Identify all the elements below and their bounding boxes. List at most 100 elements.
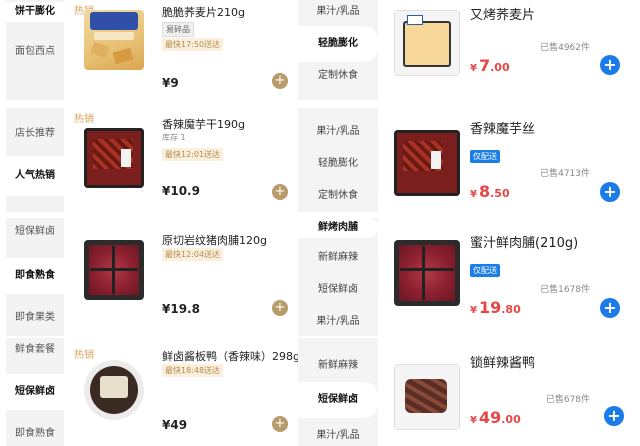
add-to-cart-button[interactable]: + (600, 182, 620, 202)
sold-count: 已售4713件 (540, 169, 590, 179)
left-category-sidebar: 饼干膨化 面包西点 (6, 0, 64, 100)
delivery-time-tag: 最快17:50送达 (162, 38, 224, 51)
left-category-sidebar: 短保鲜卤 即食熟食 即食果类 (6, 218, 64, 336)
category-item[interactable]: 定制休食 (298, 186, 378, 206)
category-item[interactable]: 短保鲜卤 (6, 222, 64, 242)
category-item[interactable]: 果汁/乳品 (298, 426, 378, 446)
category-item[interactable]: 轻脆膨化 (298, 26, 378, 62)
product-name[interactable]: 锁鲜辣酱鸭 (470, 352, 535, 371)
category-item[interactable]: 新鲜麻辣 (298, 248, 378, 268)
product-price: ¥9 (162, 76, 179, 90)
sold-count: 已售4962件 (540, 43, 590, 53)
screenshot-collage: 饼干膨化 面包西点 热销 脆脆荞麦片210g 易碎品 最快17:50送达 ¥9 … (0, 0, 640, 446)
category-item[interactable]: 鲜食套餐 (6, 340, 64, 360)
right-product-card[interactable]: 又烤荞麦片 已售4962件 ¥7.00 (380, 0, 640, 100)
category-item[interactable]: 果汁/乳品 (298, 122, 378, 142)
left-product-card[interactable]: 热销 脆脆荞麦片210g 易碎品 最快17:50送达 ¥9 (66, 0, 296, 100)
fragile-tag: 易碎品 (162, 22, 194, 37)
right-category-sidebar: 新鲜麻辣 短保鲜卤 果汁/乳品 (298, 338, 378, 446)
category-item[interactable]: 即食熟食 (6, 258, 64, 294)
product-image[interactable] (84, 10, 144, 70)
delivery-time-tag: 最快18:48送达 (162, 364, 224, 377)
delivery-only-badge: 仅配送 (470, 264, 500, 277)
hot-label: 热销 (74, 350, 94, 361)
category-item[interactable]: 面包西点 (6, 34, 64, 70)
add-to-cart-button[interactable]: + (600, 55, 620, 75)
price-decimal: .50 (490, 187, 510, 200)
collage-panel-2: 店长推荐 人气热销 热销 香辣魔芋干190g 库存 1 最快12:01送达 ¥1… (0, 108, 640, 212)
product-image[interactable] (84, 128, 144, 188)
product-image[interactable] (84, 360, 144, 420)
left-product-card[interactable]: 热销 鲜卤酱板鸭（香辣味）298g 最快18:48送达 ¥49 (66, 338, 300, 446)
product-image[interactable] (84, 240, 144, 300)
delivery-only-badge: 仅配送 (470, 150, 500, 163)
stock-count: 库存 1 (162, 133, 186, 142)
category-item[interactable]: 新鲜麻辣 (298, 356, 378, 376)
delivery-time-tag: 最快12:04送达 (162, 248, 224, 261)
category-item[interactable]: 轻脆膨化 (298, 154, 378, 174)
category-item[interactable]: 饼干膨化 (6, 2, 64, 22)
price-decimal: .00 (490, 61, 510, 74)
category-item[interactable]: 人气热销 (6, 156, 64, 196)
product-price: ¥7.00 (470, 56, 510, 75)
category-item[interactable]: 鲜烤肉脯 (298, 218, 378, 238)
collage-panel-4: 鲜食套餐 短保鲜卤 即食熟食 热销 鲜卤酱板鸭（香辣味）298g 最快18:48… (0, 338, 640, 446)
left-category-sidebar: 店长推荐 人气热销 (6, 108, 64, 212)
collage-panel-3: 短保鲜卤 即食熟食 即食果类 原切岩纹猪肉脯120g 最快12:04送达 ¥19… (0, 218, 640, 336)
right-product-card[interactable]: 蜜汁鲜肉脯(210g) 仅配送 已售1678件 ¥19.80 (380, 218, 640, 336)
product-price: ¥49.00 (470, 408, 521, 427)
product-name[interactable]: 香辣魔芋丝 (470, 118, 535, 137)
currency-symbol: ¥ (470, 63, 477, 74)
category-item[interactable]: 短保鲜卤 (298, 382, 378, 418)
sold-count: 已售678件 (545, 395, 590, 405)
category-item[interactable]: 定制休食 (298, 66, 378, 86)
product-price: ¥8.50 (470, 182, 510, 201)
product-name[interactable]: 蜜汁鲜肉脯(210g) (470, 232, 578, 251)
add-to-cart-button[interactable]: + (272, 300, 288, 316)
price-decimal: .80 (501, 303, 521, 316)
price-integer: 7 (478, 56, 491, 75)
right-category-sidebar: 果汁/乳品 轻脆膨化 定制休食 (298, 108, 378, 212)
product-price: ¥49 (162, 418, 188, 432)
add-to-cart-button[interactable]: + (600, 298, 620, 318)
category-item[interactable]: 即食熟食 (6, 424, 64, 444)
right-product-card[interactable]: 锁鲜辣酱鸭 已售678件 ¥49.00 (380, 338, 640, 446)
category-item[interactable]: 即食果类 (6, 308, 64, 328)
category-item[interactable]: 短保鲜卤 (6, 374, 64, 410)
currency-symbol: ¥ (470, 189, 477, 200)
product-name[interactable]: 香辣魔芋干190g (162, 116, 245, 132)
product-name[interactable]: 脆脆荞麦片210g (162, 4, 245, 20)
price-integer: 49 (478, 408, 502, 427)
add-to-cart-button[interactable]: + (272, 416, 288, 432)
right-category-sidebar: 鲜烤肉脯 新鲜麻辣 短保鲜卤 果汁/乳品 (298, 218, 378, 336)
left-product-card[interactable]: 原切岩纹猪肉脯120g 最快12:04送达 ¥19.8 (66, 218, 296, 336)
add-to-cart-button[interactable]: + (272, 184, 288, 200)
currency-symbol: ¥ (470, 305, 477, 316)
product-name[interactable]: 又烤荞麦片 (470, 4, 535, 23)
category-item[interactable]: 店长推荐 (6, 114, 64, 154)
hot-label: 热销 (74, 114, 94, 125)
product-price: ¥19.80 (470, 298, 521, 317)
price-decimal: .00 (501, 413, 521, 426)
product-name[interactable]: 鲜卤酱板鸭（香辣味）298g (162, 348, 300, 364)
product-image[interactable] (394, 130, 460, 196)
add-to-cart-button[interactable]: + (604, 406, 624, 426)
collage-panel-1: 饼干膨化 面包西点 热销 脆脆荞麦片210g 易碎品 最快17:50送达 ¥9 … (0, 0, 640, 100)
product-name[interactable]: 原切岩纹猪肉脯120g (162, 232, 267, 248)
product-image[interactable] (394, 240, 460, 306)
product-price: ¥19.8 (162, 302, 200, 316)
sold-count: 已售1678件 (540, 285, 590, 295)
product-image[interactable] (394, 364, 460, 430)
left-product-card[interactable]: 热销 香辣魔芋干190g 库存 1 最快12:01送达 ¥10.9 (66, 108, 296, 212)
category-item[interactable]: 短保鲜卤 (298, 280, 378, 300)
left-category-sidebar: 鲜食套餐 短保鲜卤 即食熟食 (6, 338, 64, 446)
price-integer: 8 (478, 182, 491, 201)
product-price: ¥10.9 (162, 184, 200, 198)
add-to-cart-button[interactable]: + (272, 73, 288, 89)
category-item[interactable]: 果汁/乳品 (298, 312, 378, 332)
product-image[interactable] (394, 10, 460, 76)
price-integer: 19 (478, 298, 502, 317)
right-category-sidebar: 果汁/乳品 轻脆膨化 定制休食 (298, 0, 378, 100)
category-item[interactable]: 果汁/乳品 (298, 2, 378, 22)
currency-symbol: ¥ (470, 415, 477, 426)
